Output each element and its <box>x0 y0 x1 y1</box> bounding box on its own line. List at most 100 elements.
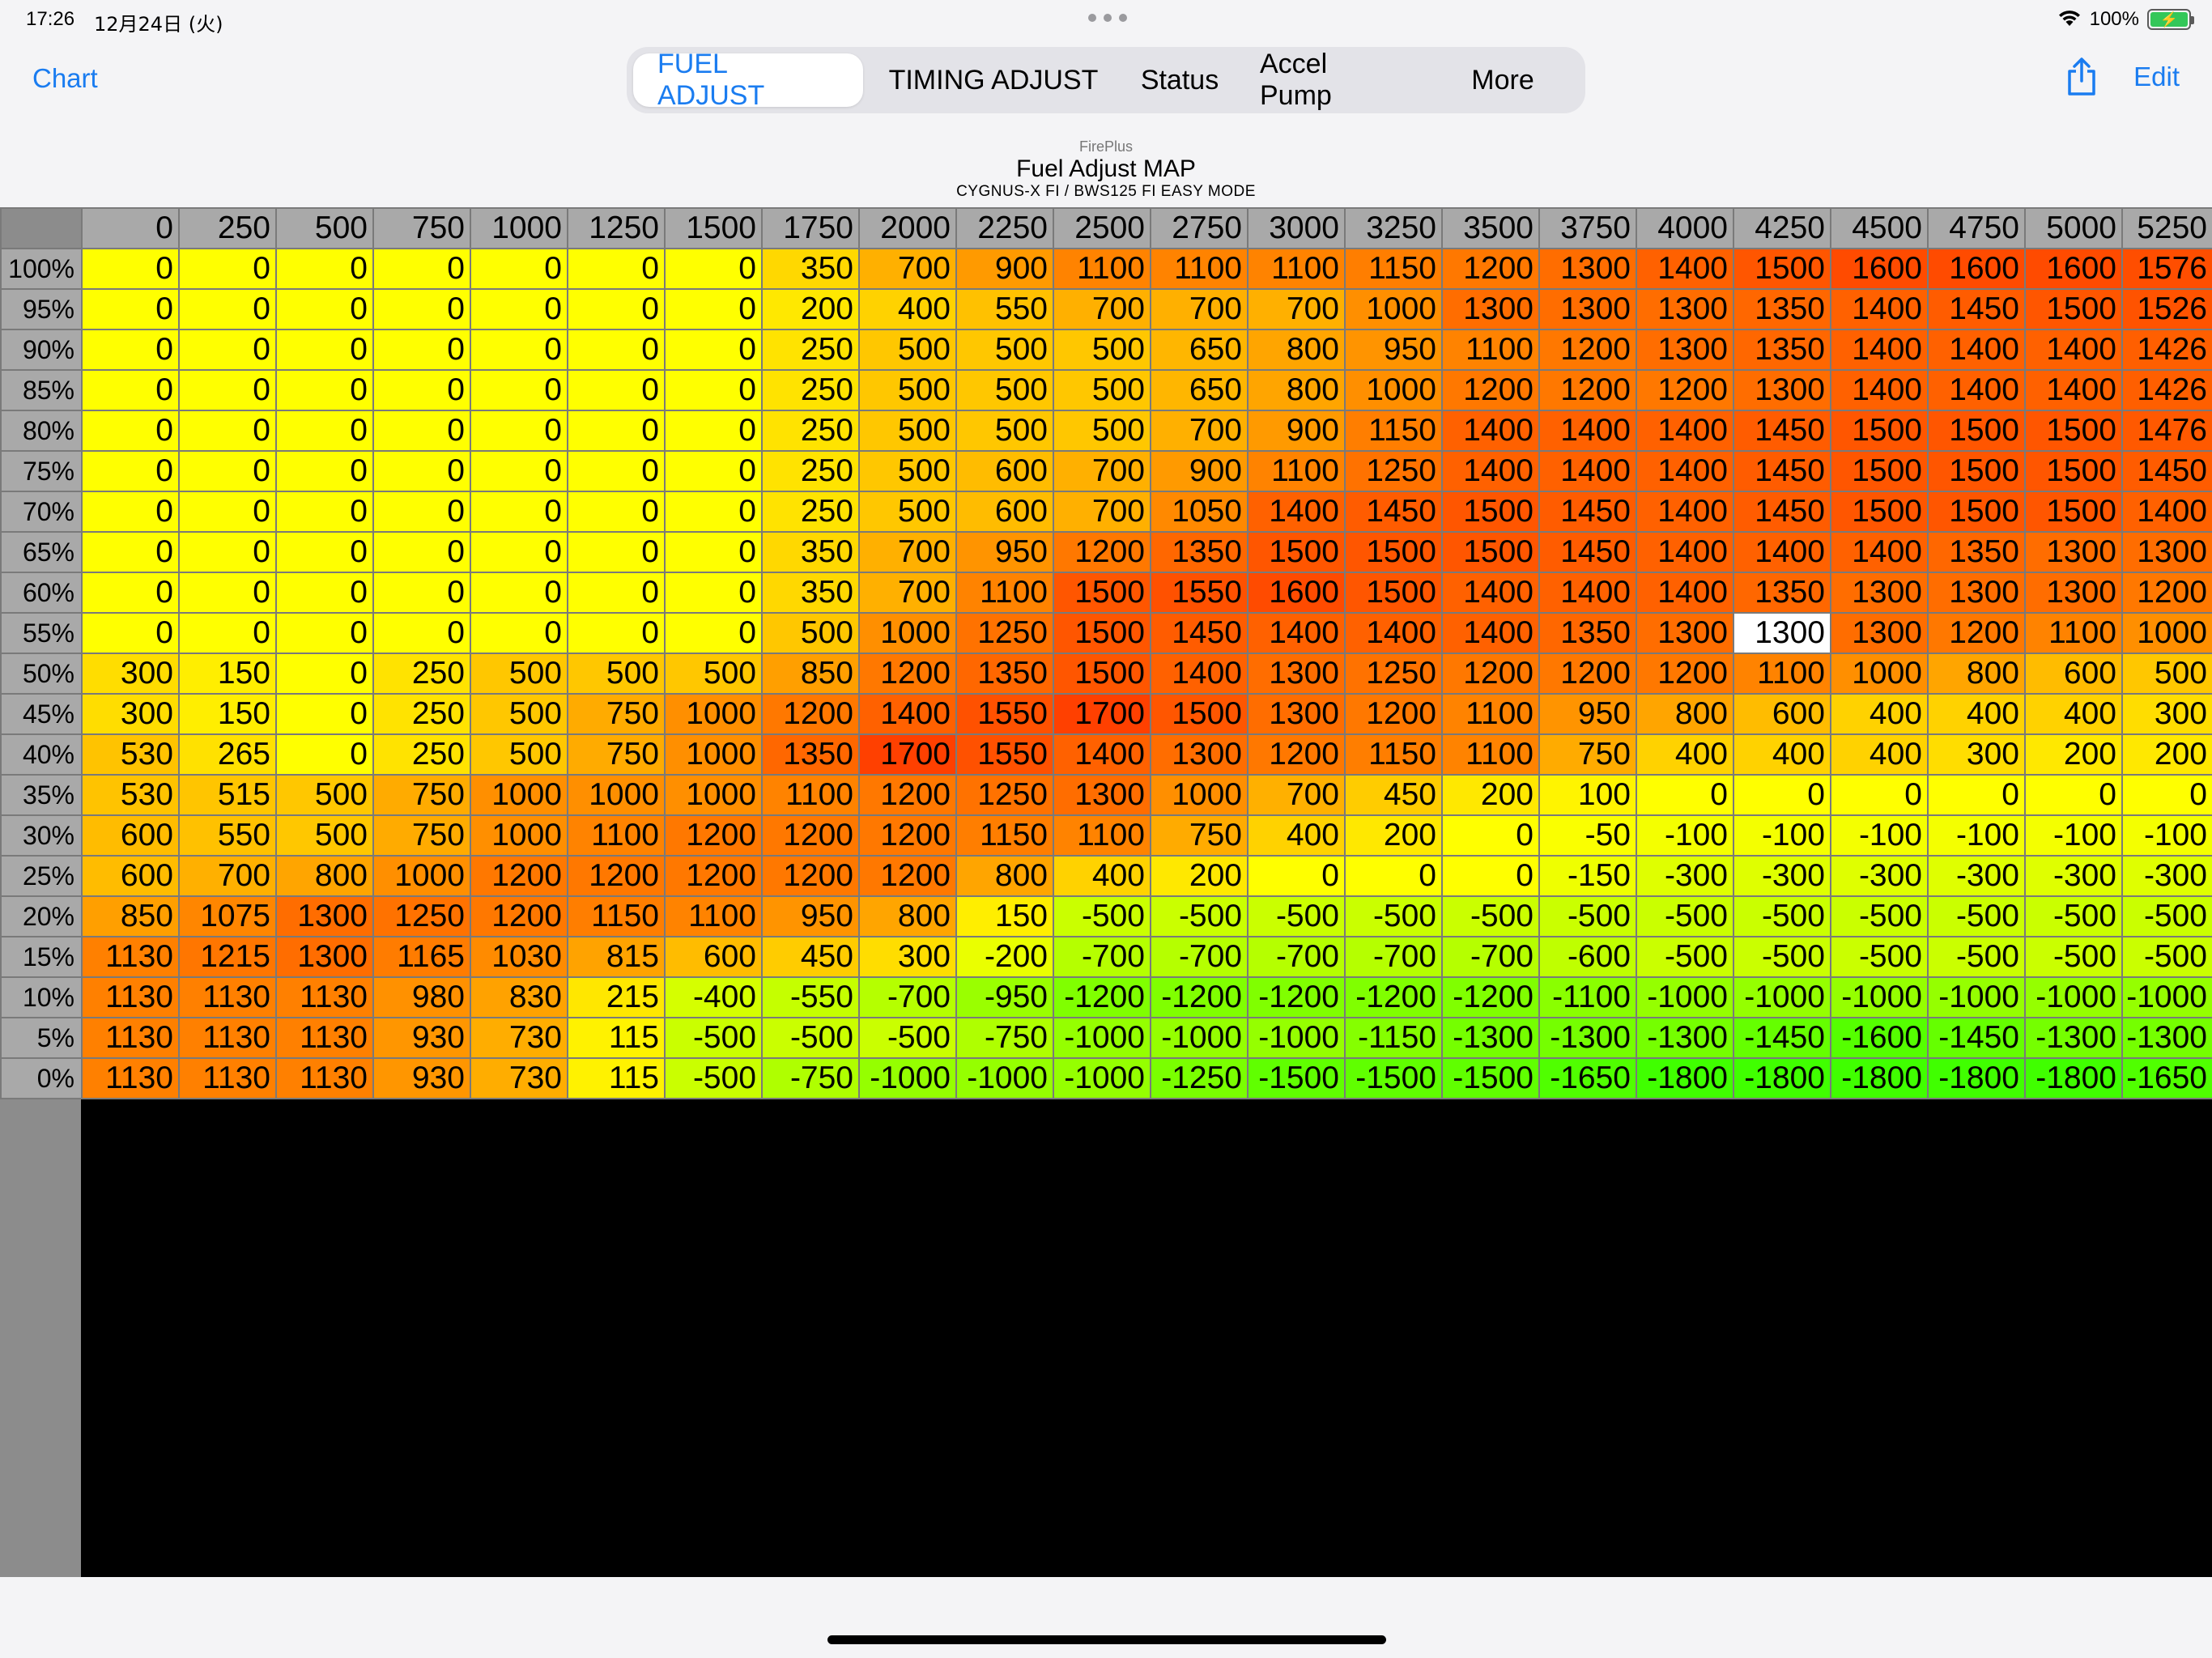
map-cell[interactable]: 1100 <box>955 572 1054 614</box>
map-cell[interactable]: 1350 <box>1733 329 1831 371</box>
map-cell[interactable]: 250 <box>372 653 471 695</box>
map-cell[interactable]: 1500 <box>1441 531 1540 573</box>
map-cell[interactable]: 850 <box>761 653 860 695</box>
map-cell[interactable]: -500 <box>1150 895 1249 937</box>
map-cell[interactable]: 750 <box>567 733 666 776</box>
map-cell[interactable]: 700 <box>858 531 957 573</box>
map-cell[interactable]: -300 <box>2121 855 2212 897</box>
map-cell[interactable]: 1400 <box>1636 248 1734 290</box>
map-cell[interactable]: -500 <box>2121 895 2212 937</box>
map-cell[interactable]: 0 <box>664 491 763 533</box>
map-cell[interactable]: 1350 <box>1733 572 1831 614</box>
map-cell[interactable]: 115 <box>567 1057 666 1099</box>
map-cell[interactable]: 1150 <box>567 895 666 937</box>
tab-more[interactable]: More <box>1430 53 1576 107</box>
map-cell[interactable]: 500 <box>2121 653 2212 695</box>
map-cell[interactable]: -500 <box>1441 895 1540 937</box>
map-cell[interactable]: -1200 <box>1344 976 1443 1018</box>
map-cell[interactable]: 500 <box>664 653 763 695</box>
map-cell[interactable]: -700 <box>1053 936 1151 978</box>
map-cell[interactable]: 0 <box>372 572 471 614</box>
map-cell[interactable]: 0 <box>372 491 471 533</box>
map-cell[interactable]: 0 <box>275 288 374 330</box>
map-cell[interactable]: 1200 <box>2121 572 2212 614</box>
map-cell[interactable]: 950 <box>1344 329 1443 371</box>
map-cell[interactable]: -1150 <box>1344 1017 1443 1059</box>
map-cell[interactable]: 0 <box>567 329 666 371</box>
map-cell[interactable]: 400 <box>1636 733 1734 776</box>
map-cell[interactable]: 1400 <box>1538 450 1637 492</box>
map-cell[interactable]: 250 <box>761 329 860 371</box>
map-cell[interactable]: 1200 <box>1441 653 1540 695</box>
map-cell[interactable]: 1426 <box>2121 369 2212 411</box>
map-cell-selected[interactable]: 1300 <box>1733 612 1831 654</box>
map-cell[interactable]: 1400 <box>2024 369 2123 411</box>
map-cell[interactable]: -150 <box>1538 855 1637 897</box>
map-cell[interactable]: 1500 <box>1441 491 1540 533</box>
map-cell[interactable]: 1200 <box>1441 248 1540 290</box>
map-cell[interactable]: 1400 <box>2121 491 2212 533</box>
map-cell[interactable]: 1500 <box>1053 612 1151 654</box>
map-cell[interactable]: 0 <box>275 450 374 492</box>
map-cell[interactable]: 400 <box>2024 693 2123 735</box>
map-cell[interactable]: 0 <box>275 369 374 411</box>
map-cell[interactable]: 1130 <box>81 976 180 1018</box>
map-cell[interactable]: 1400 <box>1441 410 1540 452</box>
map-cell[interactable]: 1500 <box>1344 531 1443 573</box>
map-cell[interactable]: 1150 <box>1344 733 1443 776</box>
map-cell[interactable]: 400 <box>1053 855 1151 897</box>
map-cell[interactable]: 700 <box>1150 288 1249 330</box>
map-cell[interactable]: 500 <box>858 450 957 492</box>
map-cell[interactable]: 1200 <box>1636 369 1734 411</box>
map-cell[interactable]: 530 <box>81 774 180 816</box>
map-cell[interactable]: 1400 <box>1247 491 1346 533</box>
map-cell[interactable]: -1450 <box>1927 1017 2026 1059</box>
map-cell[interactable]: 0 <box>81 531 180 573</box>
map-cell[interactable]: 1400 <box>1441 572 1540 614</box>
map-cell[interactable]: 0 <box>1344 855 1443 897</box>
map-cell[interactable]: 1450 <box>1344 491 1443 533</box>
map-cell[interactable]: 700 <box>1053 288 1151 330</box>
map-cell[interactable]: 1100 <box>1150 248 1249 290</box>
map-cell[interactable]: 0 <box>664 248 763 290</box>
map-cell[interactable]: 750 <box>372 814 471 857</box>
map-cell[interactable]: 0 <box>567 410 666 452</box>
map-cell[interactable]: 300 <box>1927 733 2026 776</box>
map-cell[interactable]: -750 <box>955 1017 1054 1059</box>
map-cell[interactable]: 1300 <box>1538 248 1637 290</box>
map-cell[interactable]: 0 <box>1441 814 1540 857</box>
map-cell[interactable]: -700 <box>1247 936 1346 978</box>
map-cell[interactable]: -1300 <box>1636 1017 1734 1059</box>
map-cell[interactable]: 0 <box>275 693 374 735</box>
map-cell[interactable]: -1000 <box>955 1057 1054 1099</box>
map-cell[interactable]: -1000 <box>1733 976 1831 1018</box>
map-cell[interactable]: 950 <box>1538 693 1637 735</box>
map-cell[interactable]: 0 <box>567 612 666 654</box>
map-cell[interactable]: 1400 <box>1344 612 1443 654</box>
map-cell[interactable]: 1250 <box>1344 653 1443 695</box>
map-cell[interactable]: -1500 <box>1247 1057 1346 1099</box>
map-cell[interactable]: 350 <box>761 248 860 290</box>
map-cell[interactable]: 800 <box>275 855 374 897</box>
map-cell[interactable]: 400 <box>1247 814 1346 857</box>
map-cell[interactable]: 0 <box>372 329 471 371</box>
map-cell[interactable]: 1400 <box>1927 329 2026 371</box>
map-cell[interactable]: -1000 <box>1830 976 1929 1018</box>
map-cell[interactable]: -600 <box>1538 936 1637 978</box>
map-cell[interactable]: 0 <box>567 491 666 533</box>
map-cell[interactable]: 1500 <box>1344 572 1443 614</box>
map-cell[interactable]: 0 <box>664 369 763 411</box>
map-cell[interactable]: 1000 <box>664 693 763 735</box>
map-cell[interactable]: 1500 <box>1927 410 2026 452</box>
map-cell[interactable]: 500 <box>858 369 957 411</box>
map-cell[interactable]: 1550 <box>1150 572 1249 614</box>
map-cell[interactable]: 1100 <box>567 814 666 857</box>
map-cell[interactable]: 0 <box>470 572 568 614</box>
map-cell[interactable]: 0 <box>81 612 180 654</box>
map-cell[interactable]: -1100 <box>1538 976 1637 1018</box>
map-cell[interactable]: 400 <box>858 288 957 330</box>
map-cell[interactable]: 1450 <box>1733 450 1831 492</box>
map-cell[interactable]: 500 <box>567 653 666 695</box>
map-cell[interactable]: 1200 <box>664 855 763 897</box>
map-cell[interactable]: 1300 <box>275 936 374 978</box>
